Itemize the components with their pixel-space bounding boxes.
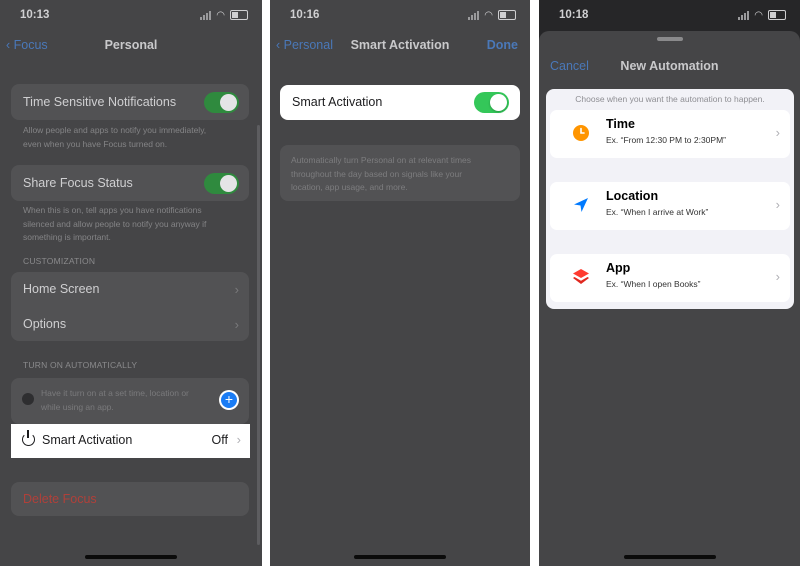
plus-icon: + — [221, 392, 237, 408]
home-indicator — [354, 555, 446, 559]
status-time: 10:16 — [290, 9, 320, 21]
chevron-right-icon: › — [234, 281, 239, 297]
scrollbar[interactable] — [257, 125, 260, 545]
nav-bar: ‹ Personal Smart Activation Done — [270, 36, 530, 58]
battery-icon — [230, 10, 248, 20]
chevron-right-icon: › — [236, 432, 241, 447]
focus-personal-screen: 10:13 ◠ ‹ Focus Personal Time Sensitive … — [0, 0, 262, 566]
page-title: Personal — [104, 38, 158, 52]
wifi-icon: ◠ — [754, 9, 763, 21]
nav-bar: ‹ Focus Personal — [0, 36, 262, 58]
chevron-right-icon: › — [775, 269, 780, 284]
delete-focus-button[interactable]: Delete Focus — [23, 492, 97, 506]
turn-on-automatically-header: TURN ON AUTOMATICALLY — [23, 360, 138, 370]
smart-activation-label: Smart Activation — [42, 433, 133, 447]
smart-activation-screen: 10:16 ◠ ‹ Personal Smart Activation Done… — [270, 0, 530, 566]
smart-activation-toggle-card: Smart Activation — [280, 85, 520, 120]
clock-icon — [573, 125, 589, 141]
battery-icon — [768, 10, 786, 20]
home-screen-row[interactable]: Home Screen › — [23, 272, 239, 306]
automation-card: Have it turn on at a set time, location … — [11, 378, 249, 424]
power-icon — [22, 433, 35, 446]
add-automation-button[interactable]: + — [219, 390, 239, 410]
wifi-icon: ◠ — [484, 9, 493, 21]
delete-focus-card[interactable]: Delete Focus — [11, 482, 249, 516]
time-trigger-option[interactable]: Time Ex. “From 12:30 PM to 2:30PM” › — [550, 110, 790, 158]
options-row[interactable]: Options › — [23, 307, 239, 341]
status-time: 10:18 — [559, 9, 589, 21]
app-layers-icon — [573, 269, 589, 284]
done-button[interactable]: Done — [487, 38, 518, 52]
smart-activation-description: Automatically turn Personal on at releva… — [291, 155, 472, 192]
trigger-options-panel: Choose when you want the automation to h… — [546, 89, 794, 309]
status-time: 10:13 — [20, 9, 50, 21]
smart-activation-label: Smart Activation — [292, 95, 383, 109]
smart-activation-description-card: Automatically turn Personal on at releva… — [280, 145, 520, 201]
smart-activation-value: Off — [211, 433, 228, 447]
trigger-prompt: Choose when you want the automation to h… — [575, 94, 765, 104]
status-bar: 10:18 ◠ — [539, 0, 800, 32]
sheet-title: New Automation — [620, 59, 719, 73]
share-focus-toggle[interactable] — [204, 172, 239, 194]
signal-icon — [200, 10, 212, 20]
wifi-icon: ◠ — [216, 9, 225, 21]
new-automation-screen: 10:18 ◠ Cancel New Automation Choose whe… — [539, 0, 800, 566]
share-focus-description: When this is on, tell apps you have noti… — [23, 205, 207, 242]
smart-activation-row[interactable]: Smart Activation Off › — [11, 424, 250, 458]
time-sensitive-label: Time Sensitive Notifications — [23, 95, 177, 109]
home-indicator — [85, 555, 177, 559]
status-bar: 10:13 ◠ — [0, 0, 262, 32]
home-indicator — [623, 555, 716, 559]
battery-icon — [498, 10, 516, 20]
chevron-right-icon: › — [775, 197, 780, 212]
customization-card: Home Screen › Options › — [11, 272, 249, 341]
automation-hint: Have it turn on at a set time, location … — [41, 388, 189, 412]
time-sensitive-card: Time Sensitive Notifications — [11, 84, 249, 120]
time-sensitive-description: Allow people and apps to notify you imme… — [23, 125, 207, 149]
status-bar: 10:16 ◠ — [270, 0, 530, 32]
customization-header: CUSTOMIZATION — [23, 256, 96, 266]
chevron-right-icon: › — [775, 125, 780, 140]
share-focus-card: Share Focus Status — [11, 165, 249, 201]
chevron-right-icon: › — [234, 316, 239, 332]
location-arrow-icon — [574, 198, 588, 212]
sheet-grabber[interactable] — [656, 37, 683, 41]
time-sensitive-toggle[interactable] — [204, 91, 239, 113]
signal-icon — [468, 10, 480, 20]
app-trigger-option[interactable]: App Ex. “When I open Books” › — [550, 254, 790, 302]
smart-activation-toggle[interactable] — [474, 92, 509, 113]
add-automation-hint-icon — [22, 393, 34, 405]
signal-icon — [738, 10, 750, 20]
location-trigger-option[interactable]: Location Ex. “When I arrive at Work” › — [550, 182, 790, 230]
share-focus-label: Share Focus Status — [23, 176, 133, 190]
